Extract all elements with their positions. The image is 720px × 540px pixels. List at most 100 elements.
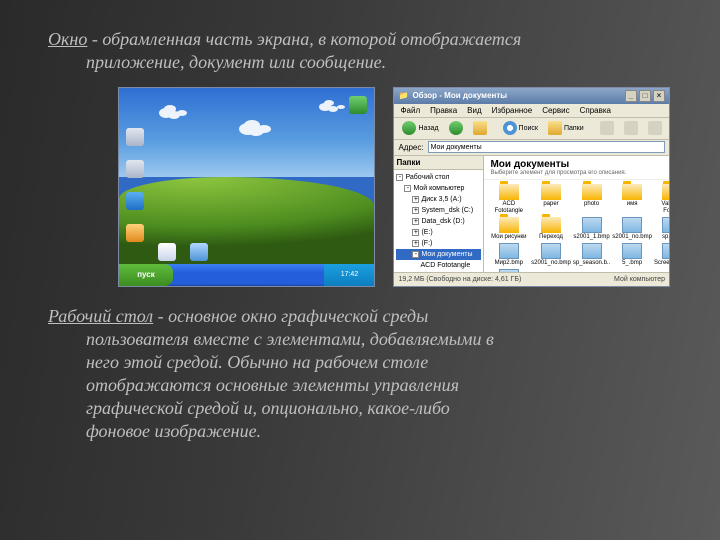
folder-item[interactable]: Valery's Folder — [654, 184, 669, 215]
desktop-icon — [157, 243, 177, 262]
address-bar: Адрес: — [394, 140, 669, 156]
file-item[interactable]: Screen1.bmp — [654, 243, 669, 267]
file-item[interactable]: s2001_1.bmp — [573, 217, 610, 241]
item-label: Valery's Folder — [654, 201, 669, 215]
folder-item[interactable]: имя — [612, 184, 652, 215]
back-icon — [402, 121, 416, 135]
image-icon — [582, 243, 602, 259]
menu-item[interactable]: Сервис — [542, 106, 569, 115]
tool-icon — [648, 121, 662, 135]
tool-icon — [624, 121, 638, 135]
expand-icon[interactable]: + — [412, 207, 419, 214]
back-button[interactable]: Назад — [398, 120, 442, 136]
expand-icon[interactable]: + — [412, 196, 419, 203]
start-button[interactable]: пуск — [119, 264, 173, 286]
tree-label: System_dsk (C:) — [421, 207, 473, 214]
tree-item[interactable]: -Мой компьютер — [396, 183, 481, 194]
system-tray: 17:42 — [324, 264, 374, 286]
up-button[interactable] — [469, 120, 491, 136]
definition-window: Окно - обрамленная часть экрана, в котор… — [48, 28, 670, 75]
folder-item[interactable]: photo — [573, 184, 610, 215]
tree-item[interactable]: ACD Fototangle — [396, 260, 481, 271]
expand-icon[interactable]: - — [412, 251, 419, 258]
desktop-icon — [125, 192, 145, 211]
tree-item[interactable]: +(F:) — [396, 238, 481, 249]
status-left: 19,2 МБ (Свободно на диске: 4,61 ГБ) — [398, 276, 521, 283]
forward-button[interactable] — [445, 120, 467, 136]
maximize-button[interactable]: □ — [639, 90, 651, 102]
tool-icon — [600, 121, 614, 135]
item-label: paper — [531, 201, 571, 208]
tree-label: Мои документы — [421, 251, 472, 258]
folder-tree[interactable]: Папки -Рабочий стол-Мой компьютер+Диск 3… — [394, 156, 484, 272]
folder-icon — [499, 217, 519, 233]
expand-icon[interactable]: - — [404, 185, 411, 192]
item-label: sp.bmp — [654, 234, 669, 241]
file-pane-header: Мои документы Выберите элемент для просм… — [484, 156, 669, 180]
tree-item[interactable]: -Мои документы — [396, 249, 481, 260]
mycomputer-icon — [126, 128, 144, 146]
file-item[interactable]: sp_new_1.bmp — [488, 269, 529, 272]
expand-icon[interactable]: + — [412, 218, 419, 225]
file-item[interactable]: sp_season.b.. — [573, 243, 610, 267]
desktop-icon — [125, 224, 145, 243]
address-label: Адрес: — [398, 143, 423, 152]
shortcut-icon — [349, 96, 367, 114]
expand-icon[interactable]: + — [412, 229, 419, 236]
file-item[interactable]: 5_.bmp — [612, 243, 652, 267]
tree-item[interactable]: +Data_dsk (D:) — [396, 216, 481, 227]
tool-button[interactable] — [644, 120, 666, 136]
up-icon — [473, 121, 487, 135]
item-label: Screen1.bmp — [654, 260, 669, 267]
cloud-icon — [319, 103, 331, 111]
expand-icon[interactable]: - — [396, 174, 403, 181]
menu-item[interactable]: Файл — [400, 106, 420, 115]
window-titlebar: 📁 Обзор - Мои документы _ □ × — [394, 88, 669, 104]
tool-button[interactable] — [596, 120, 618, 136]
image-icon — [662, 243, 669, 259]
menu-item[interactable]: Вид — [467, 106, 481, 115]
cloud-icon — [239, 123, 257, 135]
file-item[interactable]: s2001_no.bmp — [612, 217, 652, 241]
address-input[interactable] — [428, 141, 665, 153]
desktop-sky — [119, 88, 374, 177]
shortcut-icon — [158, 243, 176, 261]
tree-label: (E:) — [421, 229, 432, 236]
search-button[interactable]: Поиск — [499, 120, 542, 136]
item-label: имя — [612, 201, 652, 208]
menu-item[interactable]: Избранное — [492, 106, 533, 115]
tree-item[interactable]: -Рабочий стол — [396, 172, 481, 183]
definition-desktop: Рабочий стол - основное окно графической… — [48, 305, 670, 443]
tree-item[interactable]: +Диск 3,5 (A:) — [396, 194, 481, 205]
menu-item[interactable]: Правка — [430, 106, 457, 115]
status-bar: 19,2 МБ (Свободно на диске: 4,61 ГБ) Мой… — [394, 272, 669, 286]
expand-icon[interactable]: + — [412, 240, 419, 247]
desktop-icon — [348, 96, 368, 115]
folder-icon — [541, 184, 561, 200]
item-label: ACD Fototangle — [488, 201, 529, 215]
tree-item[interactable]: +System_dsk (C:) — [396, 205, 481, 216]
menu-item[interactable]: Справка — [580, 106, 611, 115]
tool-button[interactable] — [668, 120, 670, 136]
menu-bar: Файл Правка Вид Избранное Сервис Справка — [394, 104, 669, 118]
tool-button[interactable] — [620, 120, 642, 136]
item-label: photo — [573, 201, 610, 208]
close-button[interactable]: × — [653, 90, 665, 102]
file-item[interactable]: sp.bmp — [654, 217, 669, 241]
forward-icon — [449, 121, 463, 135]
folders-button[interactable]: Папки — [544, 120, 588, 136]
folder-item[interactable]: ACD Fototangle — [488, 184, 529, 215]
tree-item[interactable]: +(E:) — [396, 227, 481, 238]
folder-icon — [548, 121, 562, 135]
minimize-button[interactable]: _ — [625, 90, 637, 102]
item-label: Переход — [531, 234, 571, 241]
file-item[interactable]: s2001_no.bmp — [531, 243, 571, 267]
folder-item[interactable]: Переход — [531, 217, 571, 241]
illustration-desktop: пуск 17:42 — [118, 87, 375, 287]
folder-item[interactable]: Мои рисунки — [488, 217, 529, 241]
folder-icon — [126, 96, 144, 114]
item-label: 5_.bmp — [612, 260, 652, 267]
file-item[interactable]: Мир2.bmp — [488, 243, 529, 267]
image-icon — [622, 243, 642, 259]
folder-item[interactable]: paper — [531, 184, 571, 215]
